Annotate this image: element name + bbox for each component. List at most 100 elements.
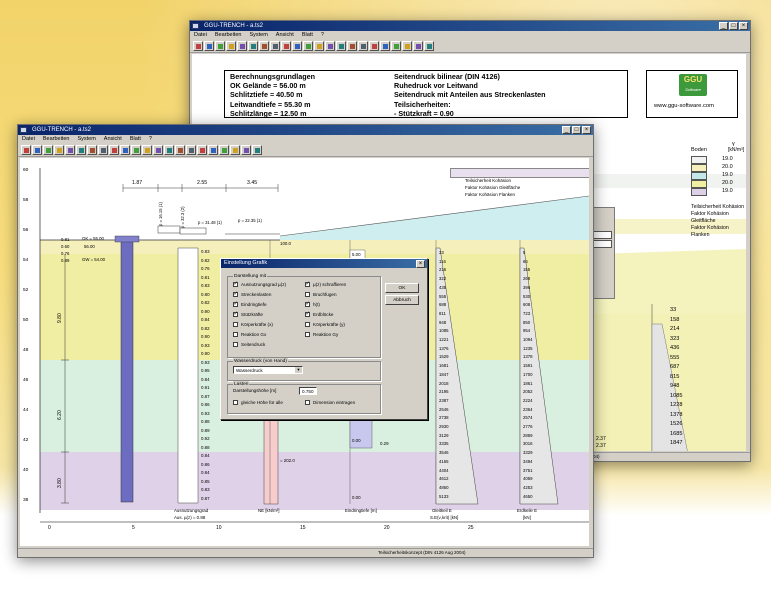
toolbar-button-icon[interactable] <box>87 145 97 155</box>
toolbar-button-icon[interactable] <box>270 41 280 51</box>
toolbar-button-icon[interactable] <box>358 41 368 51</box>
chevron-down-icon[interactable]: ▼ <box>295 367 302 373</box>
toolbar-button-icon[interactable] <box>193 41 203 51</box>
list-value: 4650 <box>523 493 533 499</box>
checkbox-left-6[interactable]: Seitendruck <box>233 341 265 348</box>
app-icon <box>20 127 27 133</box>
checkbox-left-1[interactable]: Streckenlasten <box>233 291 271 298</box>
toolbar-button-icon[interactable] <box>120 145 130 155</box>
toolbar-button-icon[interactable] <box>186 145 196 155</box>
checkbox-left-4[interactable]: Körperkräfte (x) <box>233 321 273 328</box>
list-value: 530 <box>523 293 531 299</box>
legend-value: 20.0 <box>722 164 733 170</box>
toolbar-button-icon[interactable] <box>248 41 258 51</box>
toolbar-button-icon[interactable] <box>153 145 163 155</box>
close-icon[interactable]: × <box>416 260 425 268</box>
same-height-checkbox[interactable]: gleiche Höhe für alle <box>233 399 283 406</box>
list-value: 850 <box>523 319 531 325</box>
toolbar-button-icon[interactable] <box>347 41 357 51</box>
y-tick-label: 38 <box>23 498 29 503</box>
toolbar-button-icon[interactable] <box>314 41 324 51</box>
toolbar-button-icon[interactable] <box>259 41 269 51</box>
maximize-icon[interactable]: □ <box>729 22 738 30</box>
menu-blatt[interactable]: Blatt <box>302 31 313 40</box>
checkbox-right-1[interactable]: Bruchfugen <box>305 291 337 298</box>
toolbar-button-icon[interactable] <box>65 145 75 155</box>
toolbar-button-icon[interactable] <box>292 41 302 51</box>
toolbar-button-icon[interactable] <box>32 145 42 155</box>
toolbar-button-icon[interactable] <box>369 41 379 51</box>
toolbar-button-icon[interactable] <box>226 41 236 51</box>
toolbar-button-icon[interactable] <box>208 145 218 155</box>
maximize-icon[interactable]: □ <box>572 126 581 134</box>
height-input[interactable]: 0.750 <box>299 387 317 395</box>
checkbox-right-4[interactable]: Körperkräfte (y) <box>305 321 345 328</box>
toolbar-button-icon[interactable] <box>281 41 291 51</box>
loads-group-label: Lasten <box>233 381 250 388</box>
checkbox-right-0[interactable]: µ(z) schraffieren <box>305 281 346 288</box>
menu-help[interactable]: ? <box>321 31 324 40</box>
water-pressure-dropdown[interactable]: Wasserdruck ▼ <box>233 366 303 374</box>
toolbar-button-icon[interactable] <box>54 145 64 155</box>
cancel-button[interactable]: Abbruch <box>385 295 419 305</box>
toolbar-button-icon[interactable] <box>43 145 53 155</box>
toolbar-button-icon[interactable] <box>204 41 214 51</box>
toolbar-button-icon[interactable] <box>424 41 434 51</box>
toolbar-button-icon[interactable] <box>164 145 174 155</box>
toolbar-glyph-icon <box>211 148 216 153</box>
checkbox-right-5[interactable]: Reaktion Gy <box>305 331 338 338</box>
checkbox-right-3[interactable]: Erdblöcke <box>305 311 333 318</box>
list-value: 1526 <box>670 421 683 427</box>
toolbar-button-icon[interactable] <box>380 41 390 51</box>
menu-help[interactable]: ? <box>149 135 152 144</box>
menu-system[interactable]: System <box>249 31 267 40</box>
list-value: 0.86 <box>201 461 210 467</box>
toolbar-button-icon[interactable] <box>142 145 152 155</box>
legend-footer-line: Faktor Kohäsion Gleitfläche <box>691 211 729 224</box>
menu-ansicht[interactable]: Ansicht <box>104 135 122 144</box>
toolbar-button-icon[interactable] <box>197 145 207 155</box>
dimension-checkbox[interactable]: Dimension eintragen <box>305 399 355 406</box>
toolbar-button-icon[interactable] <box>215 41 225 51</box>
checkbox-left-0[interactable]: Ausnutzungsgrad µ(z) <box>233 281 286 288</box>
x-tick-label: 20 <box>384 525 390 531</box>
toolbar-button-icon[interactable] <box>413 41 423 51</box>
menu-blatt[interactable]: Blatt <box>130 135 141 144</box>
toolbar-button-icon[interactable] <box>21 145 31 155</box>
checkbox-left-2[interactable]: Eindringtiefe <box>233 301 267 308</box>
checkbox-left-3[interactable]: Stützkräfte <box>233 311 263 318</box>
toolbar-button-icon[interactable] <box>402 41 412 51</box>
back-window-title: GGU-TRENCH - a.ts2 <box>204 23 264 29</box>
toolbar-button-icon[interactable] <box>219 145 229 155</box>
menu-datei[interactable]: Datei <box>194 31 207 40</box>
toolbar-button-icon[interactable] <box>336 41 346 51</box>
minimize-icon[interactable]: _ <box>562 126 571 134</box>
close-icon[interactable]: × <box>582 126 591 134</box>
toolbar-button-icon[interactable] <box>230 145 240 155</box>
toolbar-button-icon[interactable] <box>241 145 251 155</box>
ok-button[interactable]: OK <box>385 283 419 293</box>
checkbox-right-2[interactable]: h(t) <box>305 301 320 308</box>
checkbox-left-5[interactable]: Reaktion Gx <box>233 331 266 338</box>
toolbar-button-icon[interactable] <box>131 145 141 155</box>
toolbar-button-icon[interactable] <box>391 41 401 51</box>
toolbar-button-icon[interactable] <box>252 145 262 155</box>
toolbar-button-icon[interactable] <box>237 41 247 51</box>
menu-bearbeiten[interactable]: Bearbeiten <box>215 31 242 40</box>
front-window-titlebar[interactable]: GGU-TRENCH - a.ts2 _ □ × <box>18 125 593 135</box>
dialog-titlebar[interactable]: Einstellung Grafik × <box>221 259 427 268</box>
toolbar-button-icon[interactable] <box>175 145 185 155</box>
menu-ansicht[interactable]: Ansicht <box>276 31 294 40</box>
menu-bearbeiten[interactable]: Bearbeiten <box>43 135 70 144</box>
back-window-titlebar[interactable]: GGU-TRENCH - a.ts2 _ □ × <box>190 21 750 31</box>
close-icon[interactable]: × <box>739 22 748 30</box>
toolbar-button-icon[interactable] <box>109 145 119 155</box>
toolbar-button-icon[interactable] <box>325 41 335 51</box>
menu-system[interactable]: System <box>77 135 95 144</box>
menu-datei[interactable]: Datei <box>22 135 35 144</box>
toolbar-button-icon[interactable] <box>303 41 313 51</box>
toolbar-button-icon[interactable] <box>98 145 108 155</box>
toolbar-button-icon[interactable] <box>76 145 86 155</box>
minimize-icon[interactable]: _ <box>719 22 728 30</box>
list-value: 948 <box>670 383 680 389</box>
